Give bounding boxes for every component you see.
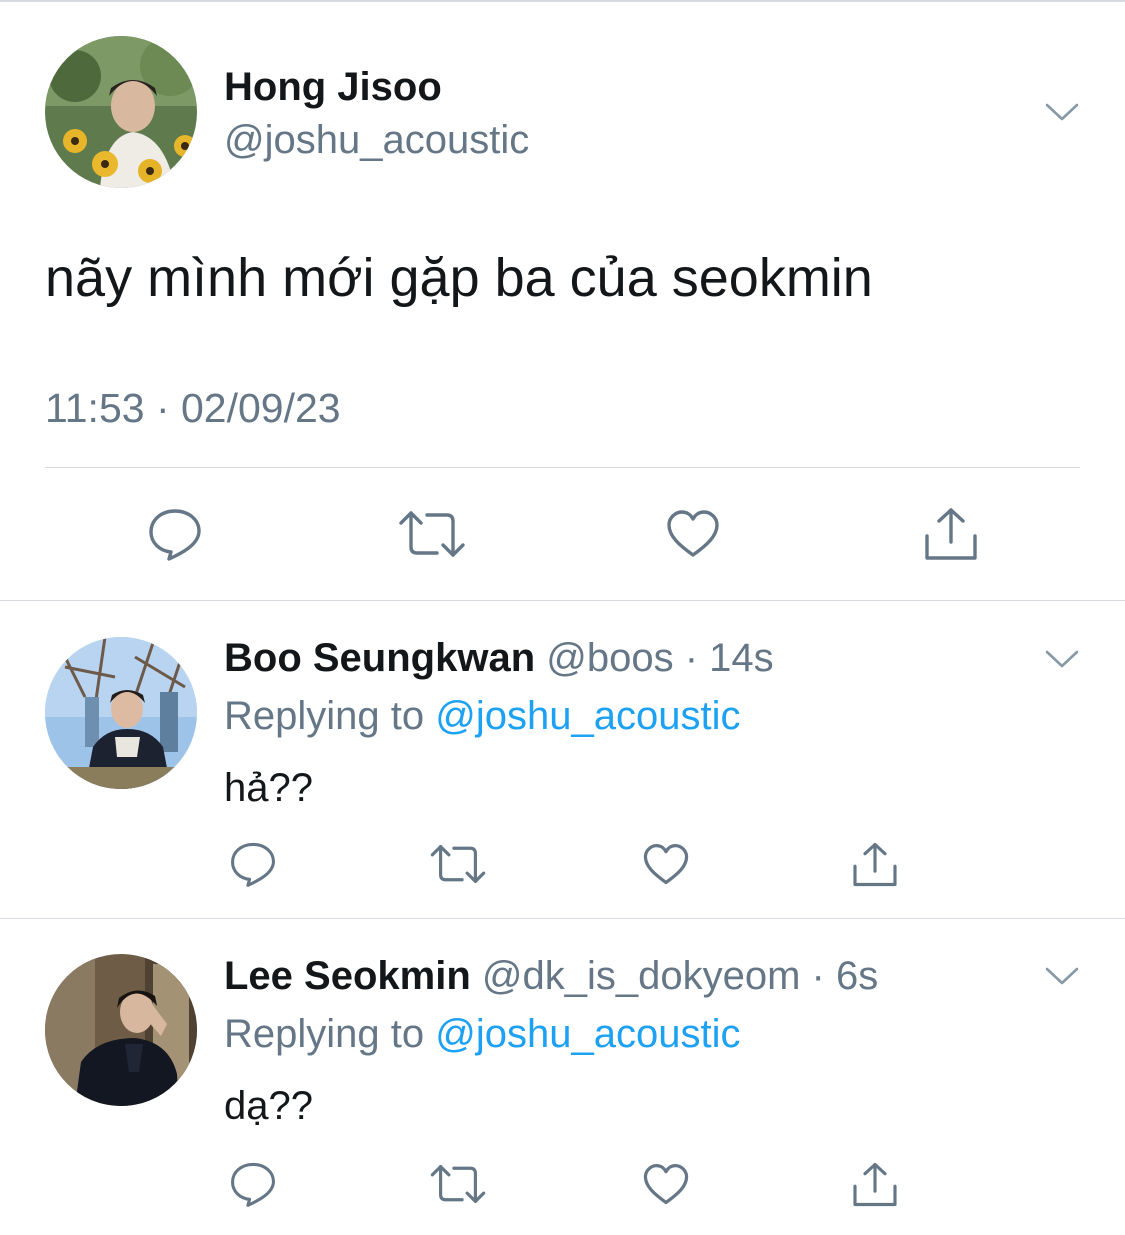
like-button[interactable]	[636, 834, 696, 894]
retweet-button[interactable]	[397, 499, 467, 569]
tweet-text: nãy mình mới gặp ba của seokmin	[45, 248, 873, 308]
author-handle[interactable]: @joshu_acoustic	[224, 115, 529, 165]
share-button[interactable]	[845, 834, 905, 894]
chevron-down-icon[interactable]	[1045, 649, 1079, 669]
share-icon	[850, 841, 900, 888]
avatar[interactable]	[45, 637, 197, 789]
like-button[interactable]	[636, 1154, 696, 1214]
avatar[interactable]	[45, 954, 197, 1106]
chevron-down-icon[interactable]	[1045, 966, 1079, 986]
reply-button[interactable]	[223, 1154, 283, 1214]
like-button[interactable]	[658, 499, 728, 569]
replying-to-line: Replying to @joshu_acoustic	[224, 1009, 740, 1059]
reply-headline: Boo Seungkwan @boos · 14s	[224, 633, 774, 683]
share-button[interactable]	[845, 1154, 905, 1214]
retweet-icon	[397, 509, 467, 559]
reply-headline: Lee Seokmin @dk_is_dokyeom · 6s	[224, 951, 878, 1001]
reply-button[interactable]	[223, 834, 283, 894]
retweet-button[interactable]	[428, 1154, 488, 1214]
heart-icon	[665, 509, 721, 559]
comment-icon	[229, 1161, 277, 1207]
reply-timestamp[interactable]: 6s	[836, 954, 878, 998]
replying-to-prefix: Replying to	[224, 1012, 436, 1056]
share-button[interactable]	[916, 499, 986, 569]
divider	[45, 467, 1080, 468]
replying-to-line: Replying to @joshu_acoustic	[224, 691, 740, 741]
tweet-timestamp[interactable]: 11:53 · 02/09/23	[45, 383, 341, 433]
heart-icon	[642, 1163, 690, 1206]
chevron-down-icon[interactable]	[1045, 102, 1079, 122]
heart-icon	[642, 843, 690, 886]
comment-icon	[229, 841, 277, 887]
retweet-button[interactable]	[428, 834, 488, 894]
main-tweet: Hong Jisoo @joshu_acoustic nãy mình mới …	[0, 0, 1125, 600]
retweet-icon	[429, 1163, 487, 1205]
author-name[interactable]: Boo Seungkwan	[224, 636, 535, 680]
reply-tweet[interactable]: Lee Seokmin @dk_is_dokyeom · 6s Replying…	[0, 918, 1125, 1235]
comment-icon	[147, 507, 203, 561]
reply-text: hả??	[224, 766, 313, 810]
meta-separator: ·	[673, 636, 710, 680]
reply-timestamp[interactable]: 14s	[709, 636, 774, 680]
meta-separator: ·	[800, 954, 836, 998]
retweet-icon	[429, 843, 487, 885]
author-handle[interactable]: @boos	[546, 636, 673, 680]
reply-text: dạ??	[224, 1084, 313, 1128]
mention-link[interactable]: @joshu_acoustic	[435, 694, 740, 738]
share-icon	[921, 506, 981, 562]
author-name[interactable]: Hong Jisoo	[224, 62, 442, 112]
avatar[interactable]	[45, 36, 197, 188]
author-name[interactable]: Lee Seokmin	[224, 954, 471, 998]
replying-to-prefix: Replying to	[224, 694, 436, 738]
mention-link[interactable]: @joshu_acoustic	[435, 1012, 740, 1056]
reply-button[interactable]	[140, 499, 210, 569]
share-icon	[850, 1161, 900, 1208]
author-handle[interactable]: @dk_is_dokyeom	[482, 954, 801, 998]
reply-tweet[interactable]: Boo Seungkwan @boos · 14s Replying to @j…	[0, 600, 1125, 918]
